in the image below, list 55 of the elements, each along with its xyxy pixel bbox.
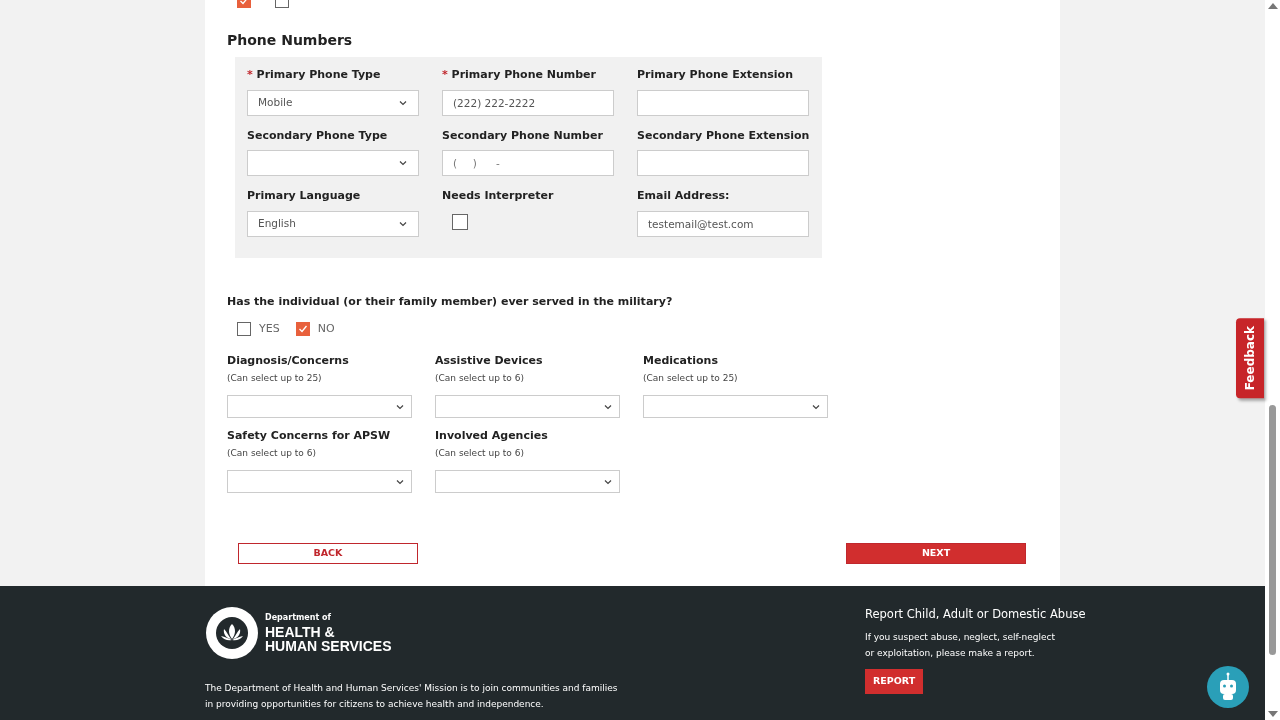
select-field[interactable] xyxy=(435,395,620,418)
hint-text: (Can select up to 6) xyxy=(435,446,525,460)
select-field[interactable] xyxy=(435,470,620,493)
report-text: If you suspect abuse, neglect, self-neglect or exploitation, please make a report. xyxy=(865,631,1056,661)
input-field[interactable]: (___) ___-____ xyxy=(442,150,614,176)
field-label: Email Address: xyxy=(637,188,731,204)
field-label: Secondary Phone Extension xyxy=(637,127,809,144)
select-field[interactable] xyxy=(227,395,412,418)
select-field[interactable] xyxy=(643,395,828,418)
field-label: Needs Interpreter xyxy=(442,188,555,204)
checkbox[interactable] xyxy=(452,213,468,230)
report-button[interactable]: REPORT xyxy=(865,669,924,694)
field-label: Safety Concerns for APSW xyxy=(227,428,392,444)
field-label: Primary Phone Extension xyxy=(637,67,794,83)
input-field[interactable]: testemail@test.com xyxy=(637,210,809,237)
select-field[interactable] xyxy=(227,470,412,493)
field-label: Primary Language xyxy=(247,188,362,204)
checkbox[interactable] xyxy=(295,321,310,336)
report-title: Report Child, Adult or Domestic Abuse xyxy=(865,606,1087,623)
question-text: Has the individual (or their family member) ever served in the military? xyxy=(227,294,674,310)
field-label: Secondary Phone Number xyxy=(442,127,604,144)
feedback-tab[interactable]: Feedback xyxy=(1236,318,1264,399)
hint-text: (Can select up to 6) xyxy=(435,371,525,385)
field-label: Assistive Devices xyxy=(435,353,544,369)
hint-text: (Can select up to 25) xyxy=(227,371,323,385)
field-label: Medications xyxy=(643,353,719,369)
select-field[interactable]: Mobile xyxy=(247,89,419,116)
option-label: YES xyxy=(259,320,280,337)
logo-text: HEALTH & xyxy=(265,624,336,639)
field-label: * Primary Phone Type xyxy=(247,67,382,83)
input-field[interactable] xyxy=(637,150,809,176)
field-label: Diagnosis/Concerns xyxy=(227,353,350,369)
select-field[interactable] xyxy=(247,150,419,176)
section-title: Phone Numbers xyxy=(227,31,354,50)
scroll-down-icon[interactable] xyxy=(1267,711,1278,717)
input-field[interactable]: (222) 222-2222 xyxy=(442,89,614,116)
checkbox[interactable] xyxy=(237,321,251,336)
logo-emblem-drawing xyxy=(206,607,258,659)
field-label: * Primary Phone Number xyxy=(442,67,597,83)
chatbot-icon[interactable] xyxy=(1207,666,1249,708)
hint-text: (Can select up to 25) xyxy=(643,371,739,385)
next-button[interactable]: NEXT xyxy=(846,543,1026,564)
back-button[interactable]: BACK xyxy=(238,543,418,564)
mission-text: The Department of Health and Human Services' Mission is to join communities and families in providing opportunities for citizens to achieve health and independence. xyxy=(205,682,619,711)
logo-text: HUMAN SERVICES xyxy=(265,638,392,653)
field-label: Involved Agencies xyxy=(435,428,549,444)
dropdown-caret-icon xyxy=(398,158,408,168)
scroll-up-icon[interactable] xyxy=(1267,3,1278,9)
select-field[interactable]: English xyxy=(247,210,419,237)
logo-text: Department of xyxy=(265,613,332,622)
field-label: Secondary Phone Type xyxy=(247,127,389,144)
hint-text: (Can select up to 6) xyxy=(227,446,317,460)
scrollbar-thumb[interactable] xyxy=(1269,405,1276,655)
option-label: NO xyxy=(317,320,335,337)
input-field[interactable] xyxy=(637,89,809,116)
